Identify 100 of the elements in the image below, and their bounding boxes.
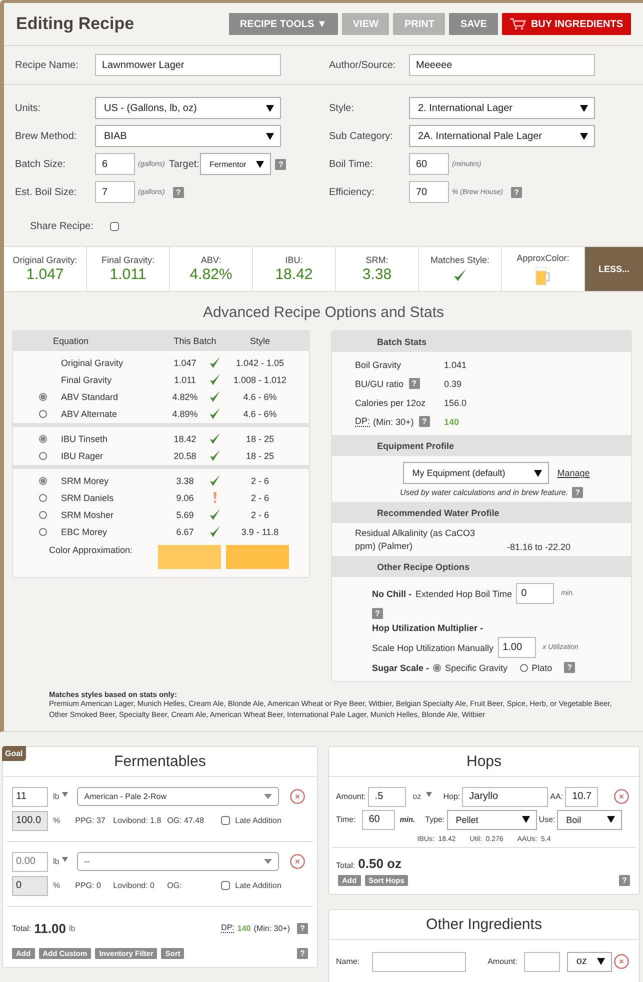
style-range: 2 - 6 xyxy=(250,510,270,520)
stat-label: Matches Style: xyxy=(430,254,490,264)
hop-use-dropdown[interactable]: Boil xyxy=(557,810,622,830)
unit-label: lb xyxy=(53,857,60,866)
batch-value: 1.011 xyxy=(173,374,197,384)
unit-label: lb xyxy=(53,792,60,802)
unit-label: lb xyxy=(68,924,76,933)
stat-name: Boil Gravity xyxy=(355,360,402,370)
style-range: 4.6 - 6% xyxy=(242,408,278,418)
style-range: 2 - 6 xyxy=(250,492,270,502)
late-addition-checkbox[interactable] xyxy=(221,881,230,890)
amount-field[interactable] xyxy=(524,952,560,972)
number-field[interactable]: 6 xyxy=(95,153,135,175)
remove-icon[interactable] xyxy=(614,954,629,970)
style-range: 18 - 25 xyxy=(244,450,276,460)
stat-value: 1.047 xyxy=(26,266,64,283)
remove-icon[interactable] xyxy=(290,854,305,870)
fermentable-dropdown[interactable]: American - Pale 2-Row xyxy=(77,787,280,806)
number-field[interactable]: 7 xyxy=(95,181,135,203)
text-field[interactable]: Meeeee xyxy=(409,54,595,76)
dropdown[interactable]: US - (Gallons, lb, oz) xyxy=(95,97,281,119)
number-field[interactable]: 60 xyxy=(409,153,449,175)
equation-radio[interactable] xyxy=(39,510,47,518)
stat-label: IBU: xyxy=(285,255,303,265)
late-addition-checkbox[interactable] xyxy=(221,816,230,826)
manage-link[interactable]: Manage xyxy=(557,468,590,478)
number-field[interactable]: 0 xyxy=(516,583,554,604)
dp-label: DP: xyxy=(221,923,234,934)
og-value: OG: xyxy=(167,881,183,890)
caret-icon xyxy=(256,160,264,168)
text-field[interactable]: Lawnmower Lager xyxy=(95,54,281,76)
field-label: Brew Method: xyxy=(15,130,78,142)
equation-radio[interactable] xyxy=(39,476,47,484)
scale-radio[interactable] xyxy=(520,664,528,672)
percent-field[interactable]: 100.0 xyxy=(12,810,48,831)
percent-field[interactable]: 0 xyxy=(12,876,48,896)
share-checkbox[interactable] xyxy=(110,222,119,231)
equation-name: IBU Tinseth xyxy=(61,434,109,444)
hop-type-dropdown[interactable]: Pellet xyxy=(446,810,537,830)
field-label: Target: xyxy=(168,158,200,170)
number-field[interactable]: 70 xyxy=(409,181,449,203)
field-label: Units: xyxy=(15,102,42,114)
batch-value: 3.38 xyxy=(175,476,195,486)
equation-name: SRM Mosher xyxy=(61,510,115,520)
stat-name: Calories per 12oz xyxy=(355,398,426,408)
total-value: 0.50 oz xyxy=(358,856,402,871)
total-label: Total: xyxy=(336,860,356,870)
alpha-acid-field[interactable]: 10.7 xyxy=(565,786,598,807)
dropdown[interactable]: BIAB xyxy=(95,125,281,147)
caret-icon xyxy=(266,132,274,140)
dp-label: DP: xyxy=(355,416,370,427)
equation-radio[interactable] xyxy=(39,528,47,536)
section-header: Equipment Profile xyxy=(332,435,631,456)
option-label: No Chill - xyxy=(372,588,412,599)
stat-value: 156.0 xyxy=(444,398,467,408)
equation-radio[interactable] xyxy=(39,434,47,442)
name-field[interactable] xyxy=(372,952,466,972)
stat-label: SRM: xyxy=(366,255,388,265)
batch-value: 5.69 xyxy=(175,510,195,520)
stat-name: BU/GU ratio xyxy=(355,378,404,388)
field-label: Style: xyxy=(329,102,356,114)
equation-name: Original Gravity xyxy=(61,358,124,368)
remove-icon[interactable] xyxy=(614,789,629,804)
panel-title: Hops xyxy=(329,746,639,777)
less-button[interactable]: LESS... xyxy=(585,247,643,291)
field-label: Use: xyxy=(538,815,556,824)
dropdown[interactable]: Fermentor xyxy=(200,153,272,175)
equation-name: EBC Morey xyxy=(61,526,108,536)
dropdown[interactable]: 2A. International Pale Lager xyxy=(409,125,595,147)
time-field[interactable]: 60 xyxy=(362,810,395,830)
amount-field[interactable]: 11 xyxy=(12,786,48,807)
goal-badge[interactable]: Goal xyxy=(2,746,26,761)
scale-option[interactable]: Specific Gravity xyxy=(433,662,508,673)
field-label: Boil Time: xyxy=(329,158,374,170)
remove-icon[interactable] xyxy=(290,789,305,804)
caret-icon xyxy=(264,859,272,864)
caret-icon xyxy=(597,958,605,966)
equation-radio[interactable] xyxy=(39,410,47,418)
scale-option[interactable]: Plato xyxy=(520,662,552,673)
equation-radio[interactable] xyxy=(39,392,47,400)
amount-field[interactable]: 0.00 xyxy=(12,852,48,872)
unit-dropdown[interactable]: oz xyxy=(567,952,612,972)
equation-radio[interactable] xyxy=(39,452,47,460)
water-value: -81.16 to -22.20 xyxy=(507,542,571,552)
hop-field[interactable]: Jaryllo xyxy=(462,786,548,807)
cart-icon xyxy=(510,18,526,30)
equation-radio[interactable] xyxy=(39,494,47,502)
buy-ingredients-button[interactable]: BUY INGREDIENTS xyxy=(502,13,631,35)
ppg-value: PPG: 37 xyxy=(75,816,106,826)
scale-radio[interactable] xyxy=(433,664,442,672)
batch-value: 6.67 xyxy=(175,526,195,536)
fermentable-dropdown[interactable]: -- xyxy=(77,852,280,872)
caret-icon xyxy=(426,792,432,798)
equipment-dropdown[interactable]: My Equipment (default) xyxy=(403,462,550,484)
checkbox-label: Late Addition xyxy=(235,881,282,890)
amount-field[interactable]: .5 xyxy=(368,786,406,807)
number-field[interactable]: 1.00 xyxy=(498,637,536,658)
unit-label: % xyxy=(53,881,60,890)
style-range: 1.008 - 1.012 xyxy=(232,374,288,384)
dropdown[interactable]: 2. International Lager xyxy=(409,97,595,119)
